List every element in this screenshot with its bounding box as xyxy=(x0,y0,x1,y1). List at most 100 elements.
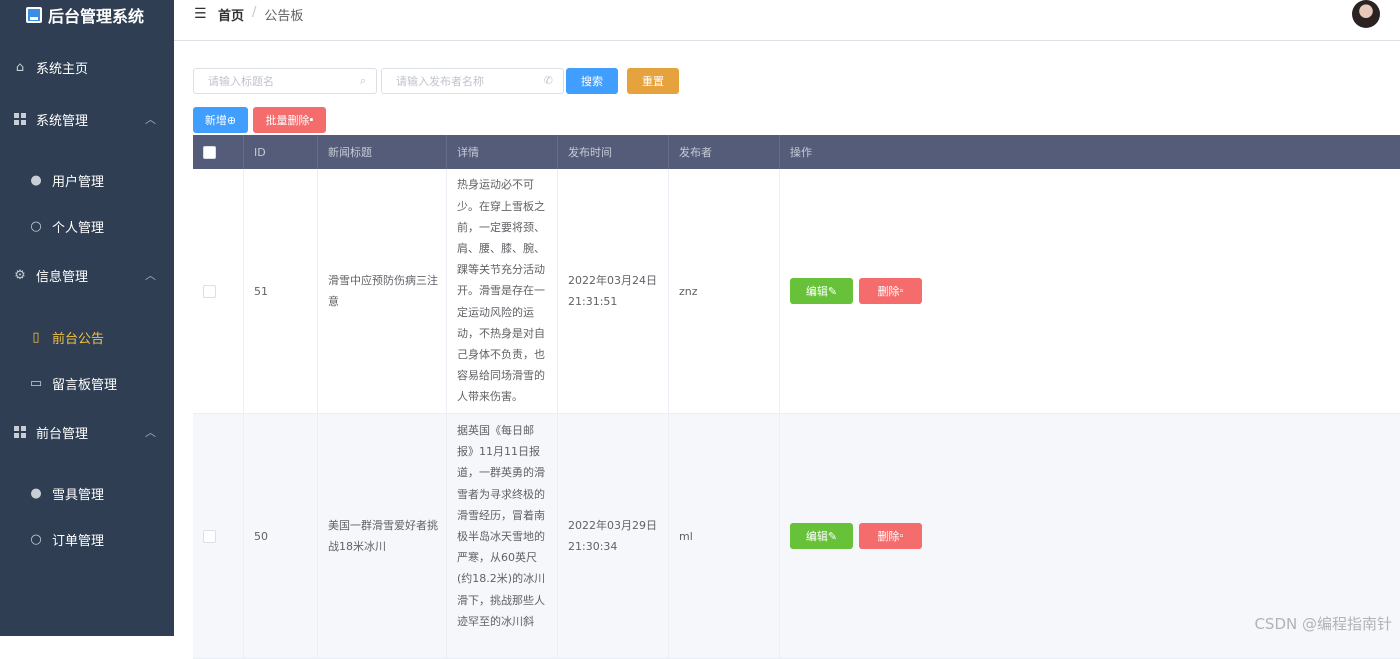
edit-label: 编辑 xyxy=(806,528,828,544)
sidebar-item-home[interactable]: ⌂ 系统主页 xyxy=(0,47,174,87)
sidebar: 后台管理系统 ⌂ 系统主页 系统管理 ︿ ● 用户管理 ○ 个人管理 ⚙ 信息管… xyxy=(0,0,174,636)
grid-icon xyxy=(12,424,28,440)
home-icon: ⌂ xyxy=(12,59,28,75)
batch-delete-label: 批量删除 xyxy=(266,112,310,128)
sidebar-item-label: 个人管理 xyxy=(52,217,104,236)
delete-label: 删除 xyxy=(878,283,900,299)
publisher-cell: znz xyxy=(669,169,780,413)
sidebar-item-info-management[interactable]: ⚙ 信息管理 ︿ xyxy=(0,255,174,295)
sidebar-item-label: 雪具管理 xyxy=(52,484,104,503)
user-outline-icon: ○ xyxy=(28,531,44,547)
sidebar-item-label: 留言板管理 xyxy=(52,374,117,393)
table-row: 50 美国一群滑雪爱好者挑战18米冰川 据英国《每日邮报》11月11日报道，一群… xyxy=(193,414,1400,659)
publish-date: 2022年03月24日 xyxy=(568,270,657,291)
edit-icon: ✎ xyxy=(828,530,837,543)
trash-icon: ▫ xyxy=(900,530,904,542)
notice-icon: ▯ xyxy=(28,329,44,345)
edit-label: 编辑 xyxy=(806,283,828,299)
row-checkbox[interactable] xyxy=(203,530,216,543)
sidebar-item-front-management[interactable]: 前台管理 ︿ xyxy=(0,412,174,452)
publish-date: 2022年03月29日 xyxy=(568,515,657,536)
delete-button[interactable]: 删除▫ xyxy=(859,523,922,549)
id-cell: 51 xyxy=(244,169,318,413)
sidebar-item-personal-management[interactable]: ○ 个人管理 xyxy=(0,206,174,246)
add-button-label: 新增 xyxy=(205,112,227,128)
notice-table: ID 新闻标题 详情 发布时间 发布者 操作 51 滑雪中应预防伤病三注意 热身… xyxy=(193,135,1400,659)
column-header-actions: 操作 xyxy=(780,135,1400,169)
edit-button[interactable]: 编辑✎ xyxy=(790,278,853,304)
column-header-publish-time: 发布时间 xyxy=(558,135,669,169)
publish-time-cell: 2022年03月24日 21:31:51 xyxy=(558,169,669,413)
sidebar-item-system-management[interactable]: 系统管理 ︿ xyxy=(0,99,174,139)
watermark: CSDN @编程指南针 xyxy=(1254,613,1392,634)
batch-delete-button[interactable]: 批量删除▪ xyxy=(253,107,326,133)
gear-icon: ⚙ xyxy=(12,267,28,283)
column-header-publisher: 发布者 xyxy=(669,135,780,169)
reset-button[interactable]: 重置 xyxy=(627,68,679,94)
row-checkbox[interactable] xyxy=(203,285,216,298)
hamburger-menu-icon[interactable]: ☰ xyxy=(194,6,207,22)
plus-circle-icon: ⊕ xyxy=(227,114,236,127)
publish-time: 21:30:34 xyxy=(568,536,657,557)
breadcrumb-separator: / xyxy=(252,5,256,24)
logo-icon xyxy=(26,7,42,23)
user-outline-icon: ○ xyxy=(28,218,44,234)
sidebar-item-user-management[interactable]: ● 用户管理 xyxy=(0,160,174,200)
breadcrumb-home[interactable]: 首页 xyxy=(218,5,244,24)
top-header: ☰ 首页 / 公告板 xyxy=(174,0,1400,41)
breadcrumb-current: 公告板 xyxy=(264,5,303,24)
brand: 后台管理系统 xyxy=(0,0,174,30)
delete-button[interactable]: 删除▫ xyxy=(859,278,922,304)
title-search-field[interactable]: ⌕ xyxy=(193,68,377,94)
edit-icon: ✎ xyxy=(828,285,837,298)
select-all-cell xyxy=(193,135,244,169)
sidebar-item-label: 系统管理 xyxy=(36,110,88,129)
breadcrumb: 首页 / 公告板 xyxy=(218,5,303,24)
phone-icon: ✆ xyxy=(544,74,553,87)
title-cell: 美国一群滑雪爱好者挑战18米冰川 xyxy=(318,414,447,658)
column-header-title: 新闻标题 xyxy=(318,135,447,169)
add-button[interactable]: 新增⊕ xyxy=(193,107,248,133)
publish-time-cell: 2022年03月29日 21:30:34 xyxy=(558,414,669,658)
search-button[interactable]: 搜索 xyxy=(566,68,618,94)
sidebar-item-front-notice[interactable]: ▯ 前台公告 xyxy=(0,317,174,357)
sidebar-item-orders[interactable]: ○ 订单管理 xyxy=(0,519,174,559)
row-select-cell xyxy=(193,169,244,413)
publish-time: 21:31:51 xyxy=(568,291,657,312)
delete-label: 删除 xyxy=(878,528,900,544)
chevron-up-icon: ︿ xyxy=(145,267,156,283)
sidebar-item-label: 系统主页 xyxy=(36,58,88,77)
trash-icon: ▪ xyxy=(310,114,314,126)
publisher-search-input[interactable] xyxy=(382,69,563,93)
edit-button[interactable]: 编辑✎ xyxy=(790,523,853,549)
trash-icon: ▫ xyxy=(900,285,904,297)
sidebar-item-label: 前台管理 xyxy=(36,423,88,442)
publisher-cell: ml xyxy=(669,414,780,658)
detail-cell: 热身运动必不可少。在穿上雪板之前，一定要将颈、肩、腰、膝、腕、踝等关节充分活动开… xyxy=(447,169,558,413)
table-row: 51 滑雪中应预防伤病三注意 热身运动必不可少。在穿上雪板之前，一定要将颈、肩、… xyxy=(193,169,1400,414)
avatar[interactable] xyxy=(1352,0,1380,28)
sidebar-item-label: 前台公告 xyxy=(52,328,104,347)
column-header-detail: 详情 xyxy=(447,135,558,169)
message-icon: ▭ xyxy=(28,375,44,391)
sidebar-item-label: 信息管理 xyxy=(36,266,88,285)
detail-cell: 据英国《每日邮报》11月11日报道，一群英勇的滑雪者为寻求终极的滑雪经历，冒着南… xyxy=(447,414,558,658)
sidebar-item-label: 用户管理 xyxy=(52,171,104,190)
table-header: ID 新闻标题 详情 发布时间 发布者 操作 xyxy=(193,135,1400,169)
brand-title: 后台管理系统 xyxy=(48,3,144,27)
user-icon: ● xyxy=(28,485,44,501)
sidebar-item-message-board[interactable]: ▭ 留言板管理 xyxy=(0,363,174,403)
grid-icon xyxy=(12,111,28,127)
actions-cell: 编辑✎ 删除▫ xyxy=(780,169,1400,413)
id-cell: 50 xyxy=(244,414,318,658)
sidebar-item-label: 订单管理 xyxy=(52,530,104,549)
search-icon: ⌕ xyxy=(360,74,366,88)
sidebar-item-ski-gear[interactable]: ● 雪具管理 xyxy=(0,473,174,513)
select-all-checkbox[interactable] xyxy=(203,146,216,159)
chevron-up-icon: ︿ xyxy=(145,424,156,440)
title-search-input[interactable] xyxy=(194,69,376,93)
user-icon: ● xyxy=(28,172,44,188)
title-cell: 滑雪中应预防伤病三注意 xyxy=(318,169,447,413)
chevron-up-icon: ︿ xyxy=(145,111,156,127)
publisher-search-field[interactable]: ✆ xyxy=(381,68,564,94)
